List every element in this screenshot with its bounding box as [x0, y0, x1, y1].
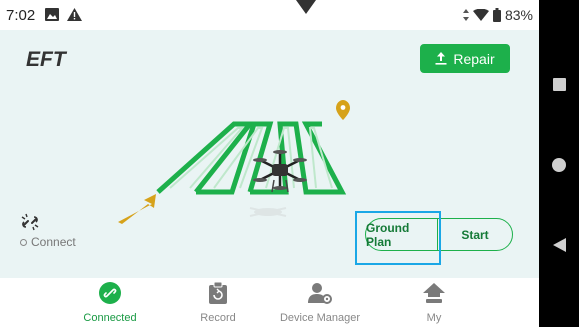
- notification-icons: [45, 8, 82, 21]
- home-icon: [421, 282, 447, 304]
- clipboard-icon: [205, 282, 231, 304]
- battery-percent: 83%: [504, 7, 533, 23]
- status-bar: 7:02 83%: [0, 0, 539, 30]
- square-icon: [552, 78, 566, 91]
- tab-my[interactable]: My: [389, 282, 479, 324]
- connect-status[interactable]: Connect: [20, 235, 76, 249]
- status-dot-icon: [20, 238, 27, 246]
- upload-icon: [435, 52, 447, 65]
- main-panel: EFT Repair Connect Ground Plan Start: [0, 30, 539, 278]
- recents-button[interactable]: [539, 78, 579, 91]
- brand-logo: EFT: [26, 48, 66, 71]
- data-arrows-icon: [462, 9, 469, 21]
- broken-link-icon: [21, 213, 39, 231]
- destination-pin-icon: [336, 100, 350, 120]
- pull-down-indicator-icon[interactable]: [296, 0, 316, 16]
- start-button[interactable]: Start: [438, 219, 512, 250]
- tab-record[interactable]: Record: [173, 282, 263, 324]
- status-right: 83%: [462, 7, 533, 23]
- link-icon: [97, 282, 123, 304]
- drone-shadow: [249, 207, 287, 217]
- connect-control[interactable]: Connect: [20, 213, 76, 249]
- flight-path-lane-3: [250, 121, 347, 195]
- battery-icon: [492, 8, 501, 22]
- start-arrow-icon: [118, 194, 156, 224]
- tab-device-manager[interactable]: Device Manager: [275, 282, 365, 324]
- back-triangle-icon: [552, 238, 566, 252]
- status-time: 7:02: [6, 7, 36, 24]
- device-manager-icon: [307, 282, 333, 304]
- back-button[interactable]: [539, 238, 579, 252]
- tab-connected[interactable]: Connected: [65, 282, 155, 324]
- tab-label: My: [426, 312, 442, 324]
- connect-label: Connect: [31, 235, 76, 249]
- warning-icon: [67, 8, 82, 21]
- focus-highlight: [355, 211, 441, 265]
- wifi-icon: [472, 9, 489, 21]
- bottom-tab-bar: Connected Record Device Manager My: [0, 278, 539, 327]
- repair-button[interactable]: Repair: [420, 44, 510, 73]
- home-button[interactable]: [539, 158, 579, 172]
- image-notification-icon: [45, 8, 59, 21]
- tab-label: Connected: [83, 312, 137, 324]
- navigation-bar: [539, 0, 579, 327]
- tab-label: Record: [200, 312, 236, 324]
- repair-label: Repair: [453, 50, 495, 67]
- circle-icon: [552, 158, 566, 172]
- tab-label: Device Manager: [279, 312, 361, 324]
